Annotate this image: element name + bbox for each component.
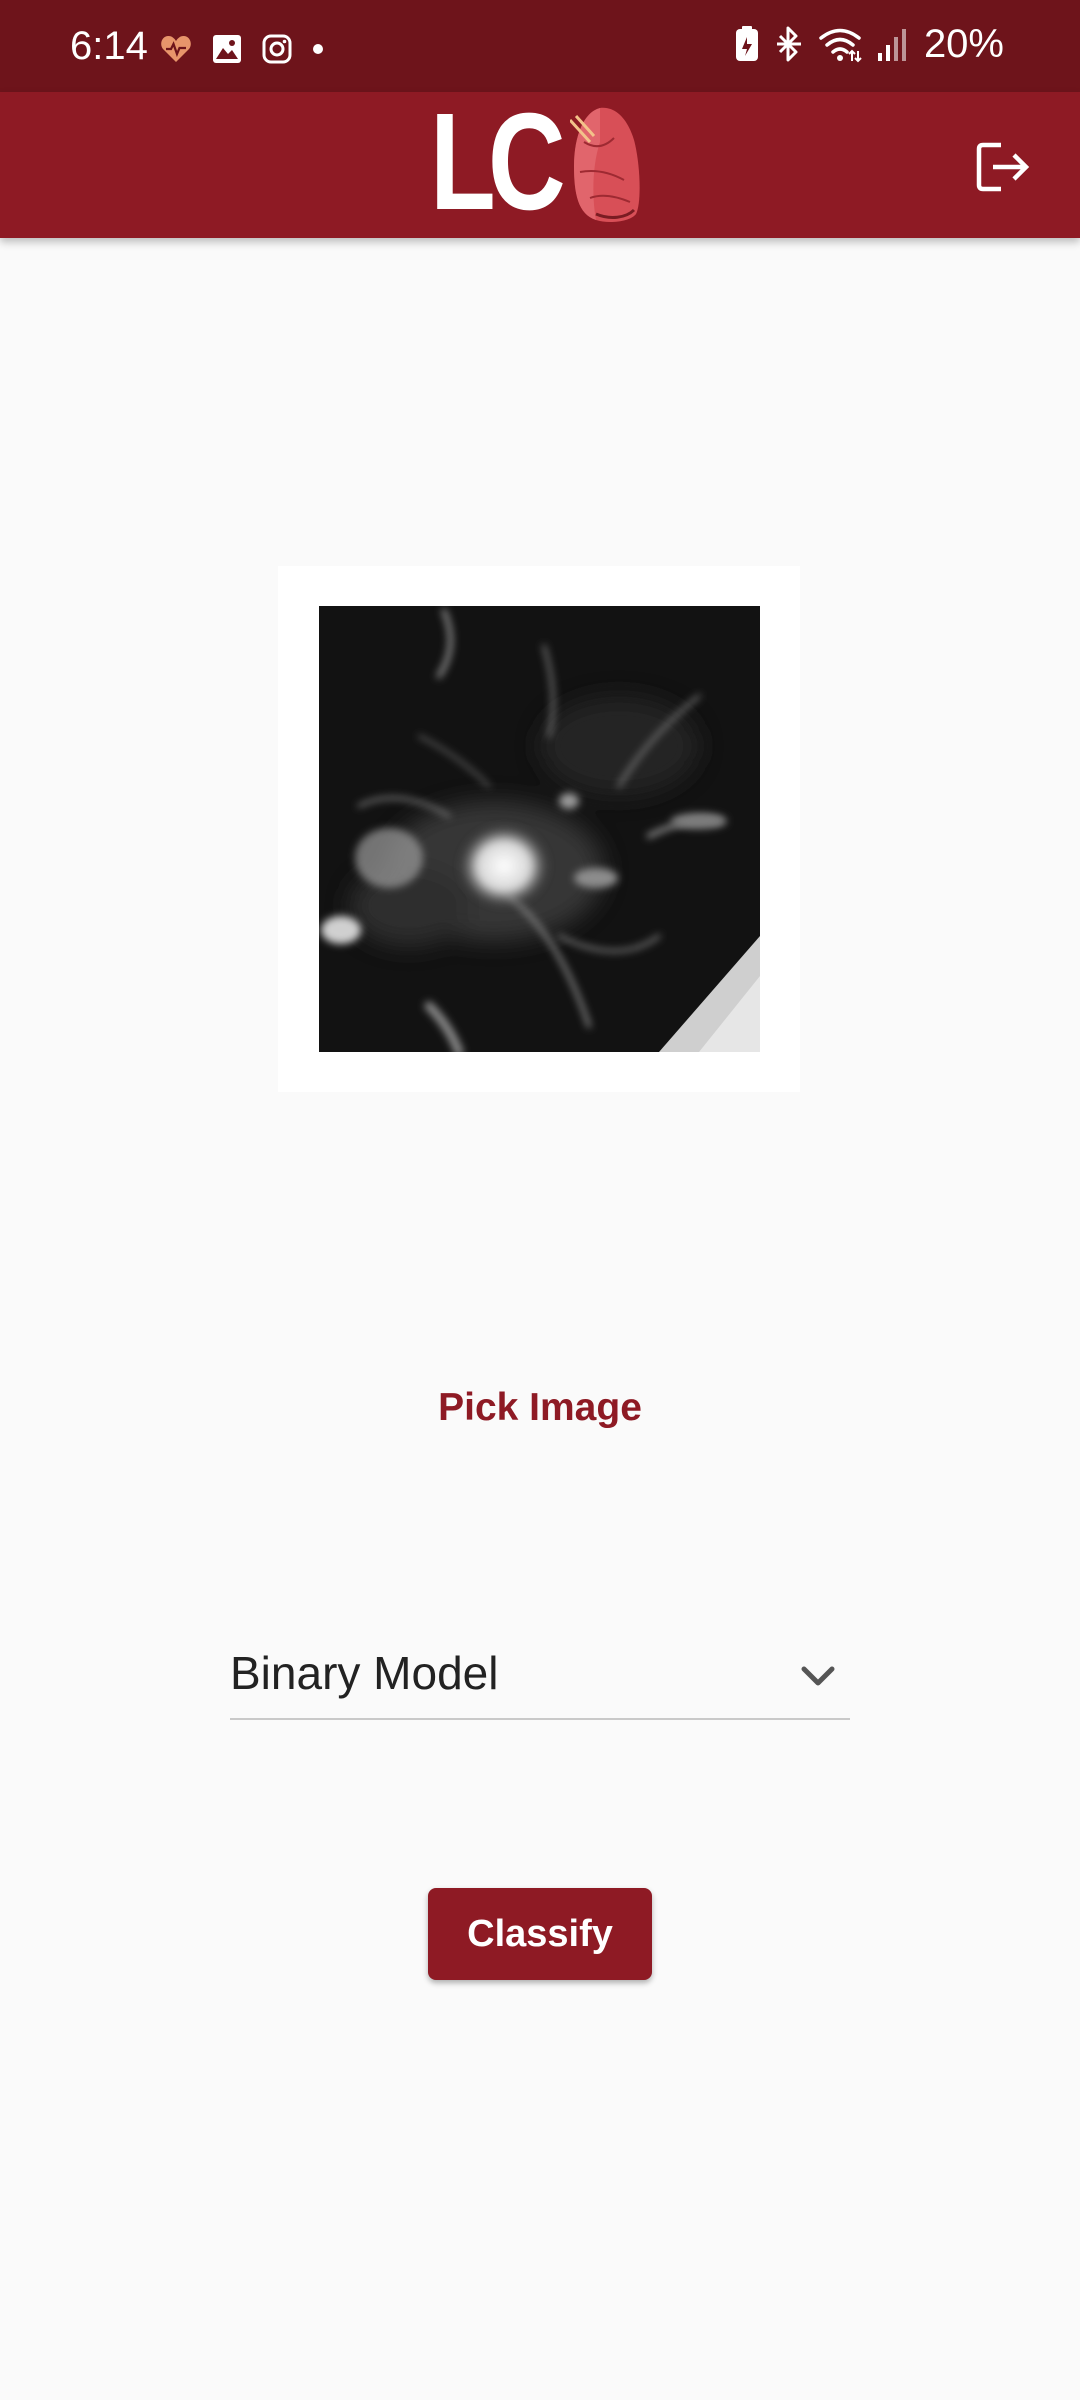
lung-icon <box>570 107 640 222</box>
classify-button[interactable]: Classify <box>428 1888 652 1980</box>
battery-percentage: 20% <box>923 22 1004 66</box>
instagram-icon <box>262 34 292 64</box>
notification-icons <box>160 34 324 64</box>
model-dropdown-value: Binary Model <box>230 1647 499 1699</box>
logo-text: LC <box>430 85 566 239</box>
status-bar: 6:14 20% <box>0 0 1080 92</box>
system-icons: 20% <box>734 22 1004 66</box>
status-time: 6:14 <box>70 24 148 68</box>
logout-icon <box>976 142 1030 192</box>
gallery-icon <box>213 35 241 63</box>
bluetooth-icon <box>776 26 801 62</box>
wifi-icon <box>819 28 862 63</box>
model-dropdown[interactable]: Binary Model <box>230 1640 850 1720</box>
app-bar: LC <box>0 92 1080 238</box>
app-logo: LC <box>430 85 642 239</box>
battery-saver-icon <box>735 26 758 61</box>
heart-health-icon <box>161 36 191 62</box>
image-preview-frame <box>278 566 800 1092</box>
signal-icon <box>877 29 906 61</box>
logout-button[interactable] <box>968 132 1038 202</box>
ct-scan-image <box>319 606 760 1052</box>
dot-icon <box>313 44 323 54</box>
pick-image-button[interactable]: Pick Image <box>0 1386 1080 1430</box>
chevron-down-icon <box>801 1666 835 1686</box>
